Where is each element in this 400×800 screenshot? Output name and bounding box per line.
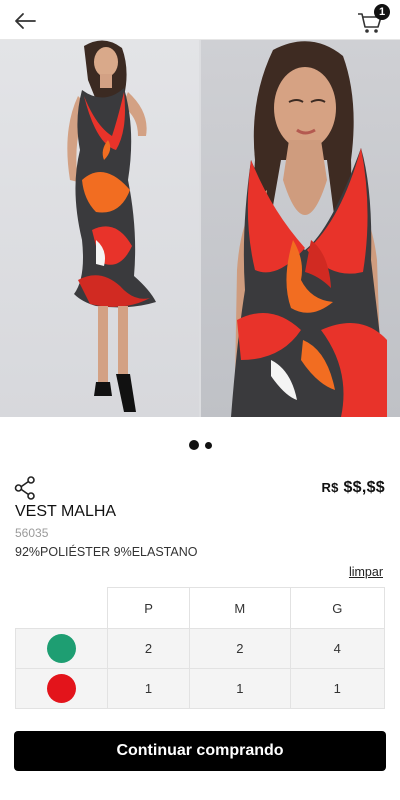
size-header-row: P M G (15, 587, 386, 629)
cart-button[interactable]: 1 (356, 4, 390, 36)
color-row-green: 2 2 4 (15, 628, 386, 669)
qty-red-m[interactable]: 1 (189, 668, 291, 709)
product-photo-full-body[interactable] (0, 40, 199, 417)
qty-green-m[interactable]: 2 (189, 628, 291, 669)
product-price: R$ $$,$$ (321, 479, 385, 497)
pagination-dot-1[interactable] (188, 440, 199, 450)
qty-red-p[interactable]: 1 (106, 668, 191, 709)
grid-corner (15, 587, 108, 629)
cart-count-badge: 1 (374, 4, 390, 20)
price-currency: R$ (321, 480, 339, 495)
share-button[interactable] (14, 476, 36, 500)
qty-red-g[interactable]: 1 (289, 668, 386, 709)
color-row-red: 1 1 1 (15, 668, 386, 709)
pagination-dot-2[interactable] (204, 441, 212, 449)
size-header-p: P (106, 587, 191, 629)
price-value: $$,$$ (343, 479, 385, 496)
product-title: VEST MALHA (15, 503, 117, 520)
size-color-grid: P M G 2 2 4 1 1 1 (15, 587, 386, 709)
color-cell (15, 628, 108, 669)
clear-selection-link[interactable]: limpar (349, 565, 383, 579)
size-header-m: M (189, 587, 291, 629)
qty-green-p[interactable]: 2 (106, 628, 191, 669)
qty-green-g[interactable]: 4 (289, 628, 386, 669)
product-photo-closeup[interactable] (201, 40, 400, 417)
product-composition: 92%POLIÉSTER 9%ELASTANO (15, 545, 198, 559)
continue-shopping-button[interactable]: Continuar comprando (14, 731, 386, 771)
top-bar: 1 (0, 0, 400, 40)
arrow-left-icon (15, 13, 36, 29)
color-swatch-red[interactable] (47, 674, 76, 703)
back-button[interactable] (10, 6, 40, 36)
share-icon (14, 476, 35, 500)
color-cell (15, 668, 108, 709)
product-image-gallery[interactable] (0, 40, 400, 417)
gallery-pagination (0, 440, 400, 450)
product-sku: 56035 (15, 526, 49, 540)
color-swatch-green[interactable] (47, 634, 76, 663)
size-header-g: G (289, 587, 386, 629)
